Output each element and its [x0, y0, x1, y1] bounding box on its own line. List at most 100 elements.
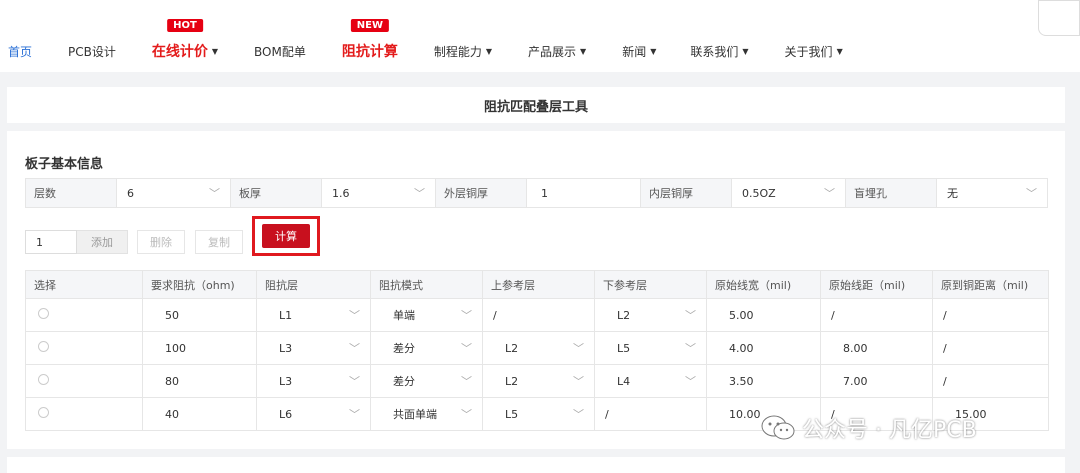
blind-via-select[interactable]: 无 ﹀ — [937, 179, 1047, 207]
col-header: 上参考层 — [482, 270, 595, 299]
row-radio[interactable] — [38, 407, 49, 418]
nav-label: PCB设计 — [68, 44, 116, 59]
watermark: 公众号 · 凡亿PCB — [760, 412, 977, 444]
select-cell — [25, 397, 143, 431]
nav-label: 新闻 — [622, 44, 647, 59]
board-info-row: 层数 6 ﹀ 板厚 1.6 ﹀ 外层铜厚 1 内层铜厚 0.5OZ ﹀ 盲埋孔 无 ﹀ — [25, 178, 1048, 208]
action-bar: 1 添加 删除 复制 计算 — [25, 216, 320, 256]
inner-copper-select[interactable]: 0.5OZ ﹀ — [732, 179, 846, 207]
row-count-input[interactable]: 1 — [25, 230, 77, 254]
nav-item-process[interactable]: 制程能力 ▼ — [434, 43, 492, 60]
copper-distance-cell[interactable]: / — [932, 364, 1049, 398]
page-title: 阻抗匹配叠层工具 — [7, 87, 1065, 123]
nav-item-home[interactable]: 首页 — [8, 43, 32, 60]
thickness-select[interactable]: 1.6 ﹀ — [322, 179, 436, 207]
chevron-down-icon: ﹀ — [461, 408, 472, 421]
layer-select[interactable]: L1 ﹀ — [256, 298, 371, 332]
watermark-text: 公众号 · 凡亿PCB — [802, 418, 977, 443]
nav-item-impedance-calc[interactable]: NEW 阻抗计算 — [341, 19, 398, 61]
col-header: 原到铜距离（mil) — [932, 270, 1049, 299]
top-ref-select[interactable]: L2 ﹀ — [482, 364, 595, 398]
top-navbar: 首页 PCB设计 HOT 在线计价 ▼ BOM配单 NEW 阻抗计算 制程能力 ▼ … — [0, 0, 1080, 72]
caret-down-icon: ▼ — [211, 46, 219, 56]
inner-copper-value: 0.5OZ — [742, 186, 776, 200]
width-cell[interactable]: 5.00 — [706, 298, 821, 332]
impedance-cell: 80 — [142, 364, 257, 398]
chevron-down-icon: ﹀ — [573, 408, 584, 421]
bottom-ref-select[interactable]: L5 ﹀ — [594, 331, 707, 365]
cell-value: L2 — [505, 374, 519, 388]
chevron-down-icon: ﹀ — [349, 309, 360, 322]
bottom-ref-select[interactable]: L2 ﹀ — [594, 298, 707, 332]
width-cell[interactable]: 4.00 — [706, 331, 821, 365]
nav-item-bom[interactable]: BOM配单 — [254, 43, 306, 60]
calc-highlight-box: 计算 — [252, 216, 320, 256]
table-row: 50 L1 ﹀ 单端 ﹀ / L2 ﹀ 5.00 / / — [25, 298, 1049, 332]
outer-copper-input[interactable]: 1 — [527, 179, 641, 207]
wechat-icon — [761, 415, 795, 440]
bottom-ref-select[interactable]: L4 ﹀ — [594, 364, 707, 398]
layers-label: 层数 — [26, 179, 117, 207]
cell-value: L3 — [279, 341, 293, 355]
row-radio[interactable] — [38, 374, 49, 385]
chevron-down-icon: ﹀ — [414, 187, 425, 200]
impedance-form: 板子基本信息 层数 6 ﹀ 板厚 1.6 ﹀ 外层铜厚 1 内层铜厚 0.5OZ ﹀ … — [7, 131, 1065, 449]
nav-item-products[interactable]: 产品展示 ▼ — [528, 43, 586, 60]
next-panel-edge — [7, 457, 1065, 473]
nav-item-news[interactable]: 新闻 ▼ — [622, 43, 656, 60]
caret-down-icon: ▼ — [485, 46, 493, 56]
table-row: 80 L3 ﹀ 差分 ﹀ L2 ﹀ L4 ﹀ 3.50 7.00 / — [25, 364, 1049, 398]
layers-select[interactable]: 6 ﹀ — [117, 179, 231, 207]
hot-badge: HOT — [167, 19, 203, 32]
table-row: 100 L3 ﹀ 差分 ﹀ L2 ﹀ L5 ﹀ 4.00 8.00 / — [25, 331, 1049, 365]
mode-select[interactable]: 差分 ﹀ — [370, 364, 483, 398]
copper-distance-cell[interactable]: / — [932, 331, 1049, 365]
nav-item-online-quote[interactable]: HOT 在线计价 ▼ — [152, 19, 219, 61]
section-title: 板子基本信息 — [25, 157, 104, 172]
copper-distance-cell[interactable]: / — [932, 298, 1049, 332]
cell-value: L2 — [505, 341, 519, 355]
cell-value: L3 — [279, 374, 293, 388]
top-ref-cell: / — [482, 298, 595, 332]
row-radio[interactable] — [38, 308, 49, 319]
outer-copper-label: 外层铜厚 — [436, 179, 527, 207]
width-cell[interactable]: 3.50 — [706, 364, 821, 398]
layer-select[interactable]: L6 ﹀ — [256, 397, 371, 431]
cell-value: 差分 — [393, 342, 415, 355]
spacing-cell[interactable]: 8.00 — [820, 331, 933, 365]
layer-select[interactable]: L3 ﹀ — [256, 364, 371, 398]
spacing-cell[interactable]: 7.00 — [820, 364, 933, 398]
mode-select[interactable]: 共面单端 ﹀ — [370, 397, 483, 431]
inner-copper-label: 内层铜厚 — [641, 179, 732, 207]
top-ref-select[interactable]: L5 ﹀ — [482, 397, 595, 431]
caret-down-icon: ▼ — [836, 46, 843, 56]
calculate-button[interactable]: 计算 — [262, 224, 310, 248]
mode-select[interactable]: 单端 ﹀ — [370, 298, 483, 332]
select-cell — [25, 298, 143, 332]
spacing-cell[interactable]: / — [820, 298, 933, 332]
nav-label: 阻抗计算 — [341, 44, 398, 60]
thickness-label: 板厚 — [231, 179, 322, 207]
delete-button[interactable]: 删除 — [137, 230, 185, 254]
impedance-cell: 40 — [142, 397, 257, 431]
nav-label: 制程能力 — [433, 44, 482, 59]
nav-item-about[interactable]: 关于我们 ▼ — [785, 43, 843, 60]
nav-item-pcb-design[interactable]: PCB设计 — [68, 43, 116, 60]
cell-value: L5 — [505, 407, 519, 421]
row-radio[interactable] — [38, 341, 49, 352]
add-button[interactable]: 添加 — [77, 230, 128, 254]
layer-select[interactable]: L3 ﹀ — [256, 331, 371, 365]
chevron-down-icon: ﹀ — [573, 375, 584, 388]
nav-label: 关于我们 — [784, 44, 833, 59]
chevron-down-icon: ﹀ — [461, 342, 472, 355]
col-header: 选择 — [25, 270, 143, 299]
cell-value: 共面单端 — [393, 408, 437, 421]
nav-item-contact[interactable]: 联系我们 ▼ — [690, 43, 748, 60]
col-header: 原始线距（mil) — [820, 270, 933, 299]
blind-via-value: 无 — [947, 187, 958, 200]
copy-button[interactable]: 复制 — [195, 230, 243, 254]
top-ref-select[interactable]: L2 ﹀ — [482, 331, 595, 365]
mode-select[interactable]: 差分 ﹀ — [370, 331, 483, 365]
nav-label: 产品展示 — [528, 44, 577, 59]
chevron-down-icon: ﹀ — [349, 375, 360, 388]
